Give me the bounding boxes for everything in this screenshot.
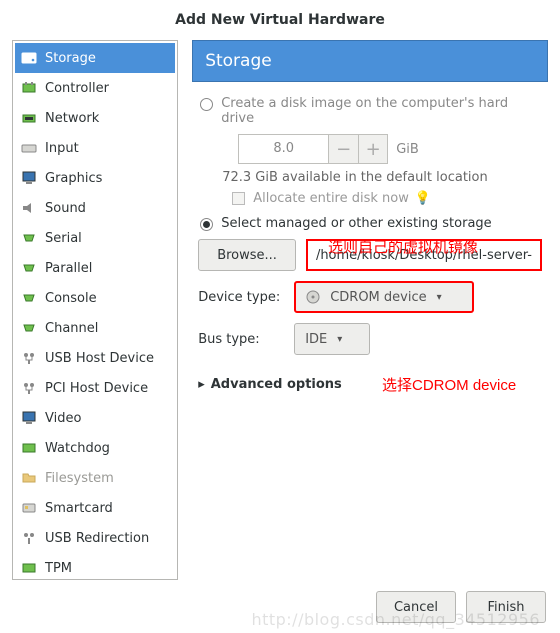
sound-icon bbox=[21, 200, 37, 216]
sidebar-item-controller[interactable]: Controller bbox=[15, 73, 175, 103]
tpm-icon bbox=[21, 560, 37, 576]
radio-create-disk[interactable] bbox=[200, 98, 213, 111]
chevron-down-icon: ▾ bbox=[337, 334, 342, 345]
device-type-label: Device type: bbox=[198, 290, 294, 305]
browse-button[interactable]: Browse... bbox=[198, 239, 296, 271]
folder-icon bbox=[21, 470, 37, 486]
sidebar-item-label: TPM bbox=[45, 561, 72, 576]
sidebar-item-label: PCI Host Device bbox=[45, 381, 148, 396]
cancel-button[interactable]: Cancel bbox=[376, 591, 456, 623]
bus-type-label: Bus type: bbox=[198, 332, 294, 347]
parallel-icon bbox=[21, 260, 37, 276]
sidebar-item-smartcard[interactable]: Smartcard bbox=[15, 493, 175, 523]
sidebar-item-label: Network bbox=[45, 111, 99, 126]
chevron-right-icon: ▸ bbox=[198, 377, 205, 392]
radio-select-storage[interactable] bbox=[200, 218, 213, 231]
sidebar-item-channel[interactable]: Channel bbox=[15, 313, 175, 343]
sidebar-item-label: Graphics bbox=[45, 171, 102, 186]
bus-type-dropdown[interactable]: IDE ▾ bbox=[294, 323, 370, 355]
sidebar-item-label: Input bbox=[45, 141, 79, 156]
available-space-text: 72.3 GiB available in the default locati… bbox=[222, 170, 542, 185]
sidebar-item-label: USB Redirection bbox=[45, 531, 149, 546]
cdrom-icon bbox=[306, 290, 320, 304]
select-storage-label: Select managed or other existing storage bbox=[221, 216, 491, 231]
sidebar-item-label: Storage bbox=[45, 51, 96, 66]
sidebar-item-watchdog[interactable]: Watchdog bbox=[15, 433, 175, 463]
hint-bulb-icon: 💡 bbox=[415, 191, 431, 206]
device-type-dropdown[interactable]: CDROM device ▾ bbox=[294, 281, 474, 313]
finish-button[interactable]: Finish bbox=[466, 591, 546, 623]
pci-host-icon bbox=[21, 380, 37, 396]
sidebar-item-label: Serial bbox=[45, 231, 82, 246]
size-unit: GiB bbox=[396, 142, 419, 157]
controller-icon bbox=[21, 80, 37, 96]
sidebar-item-storage[interactable]: Storage bbox=[15, 43, 175, 73]
sidebar-item-label: Video bbox=[45, 411, 81, 426]
network-icon bbox=[21, 110, 37, 126]
sidebar-item-pci-host[interactable]: PCI Host Device bbox=[15, 373, 175, 403]
allocate-label: Allocate entire disk now bbox=[253, 191, 409, 206]
usb-host-icon bbox=[21, 350, 37, 366]
usb-redir-icon bbox=[21, 530, 37, 546]
size-decrement-button[interactable]: − bbox=[328, 134, 358, 164]
video-icon bbox=[21, 410, 37, 426]
disk-size-field[interactable]: 8.0 bbox=[238, 134, 328, 164]
graphics-icon bbox=[21, 170, 37, 186]
sidebar-item-usb-host[interactable]: USB Host Device bbox=[15, 343, 175, 373]
bus-type-value: IDE bbox=[305, 332, 327, 347]
sidebar-item-input[interactable]: Input bbox=[15, 133, 175, 163]
sidebar-item-label: Watchdog bbox=[45, 441, 110, 456]
sidebar-item-network[interactable]: Network bbox=[15, 103, 175, 133]
pane-heading: Storage bbox=[192, 40, 548, 82]
storage-path-field[interactable]: /home/kiosk/Desktop/rhel-server- bbox=[306, 239, 542, 271]
serial-icon bbox=[21, 230, 37, 246]
sidebar-item-usb-redir[interactable]: USB Redirection bbox=[15, 523, 175, 553]
sidebar-item-parallel[interactable]: Parallel bbox=[15, 253, 175, 283]
size-increment-button[interactable]: + bbox=[358, 134, 388, 164]
sidebar-item-label: Parallel bbox=[45, 261, 92, 276]
sidebar-item-label: Channel bbox=[45, 321, 98, 336]
sidebar-item-video[interactable]: Video bbox=[15, 403, 175, 433]
sidebar-item-graphics[interactable]: Graphics bbox=[15, 163, 175, 193]
sidebar-item-sound[interactable]: Sound bbox=[15, 193, 175, 223]
sidebar-item-label: Smartcard bbox=[45, 501, 113, 516]
disk-icon bbox=[21, 50, 37, 66]
console-icon bbox=[21, 290, 37, 306]
advanced-options-label: Advanced options bbox=[211, 377, 342, 392]
sidebar-item-label: Sound bbox=[45, 201, 86, 216]
sidebar-item-console[interactable]: Console bbox=[15, 283, 175, 313]
allocate-checkbox[interactable] bbox=[232, 192, 245, 205]
chevron-down-icon: ▾ bbox=[437, 292, 442, 303]
create-disk-label: Create a disk image on the computer's ha… bbox=[221, 96, 542, 126]
sidebar-item-serial[interactable]: Serial bbox=[15, 223, 175, 253]
sidebar-item-label: Controller bbox=[45, 81, 109, 96]
device-type-value: CDROM device bbox=[330, 290, 426, 305]
channel-icon bbox=[21, 320, 37, 336]
sidebar-item-filesystem[interactable]: Filesystem bbox=[15, 463, 175, 493]
smartcard-icon bbox=[21, 500, 37, 516]
sidebar-item-label: Console bbox=[45, 291, 97, 306]
hardware-sidebar: Storage Controller Network Input Graphic… bbox=[12, 40, 178, 580]
sidebar-item-tpm[interactable]: TPM bbox=[15, 553, 175, 580]
sidebar-item-label: USB Host Device bbox=[45, 351, 154, 366]
input-icon bbox=[21, 140, 37, 156]
sidebar-item-label: Filesystem bbox=[45, 471, 114, 486]
advanced-options-expander[interactable]: ▸ Advanced options bbox=[198, 377, 542, 392]
watchdog-icon bbox=[21, 440, 37, 456]
window-title: Add New Virtual Hardware bbox=[0, 0, 560, 40]
